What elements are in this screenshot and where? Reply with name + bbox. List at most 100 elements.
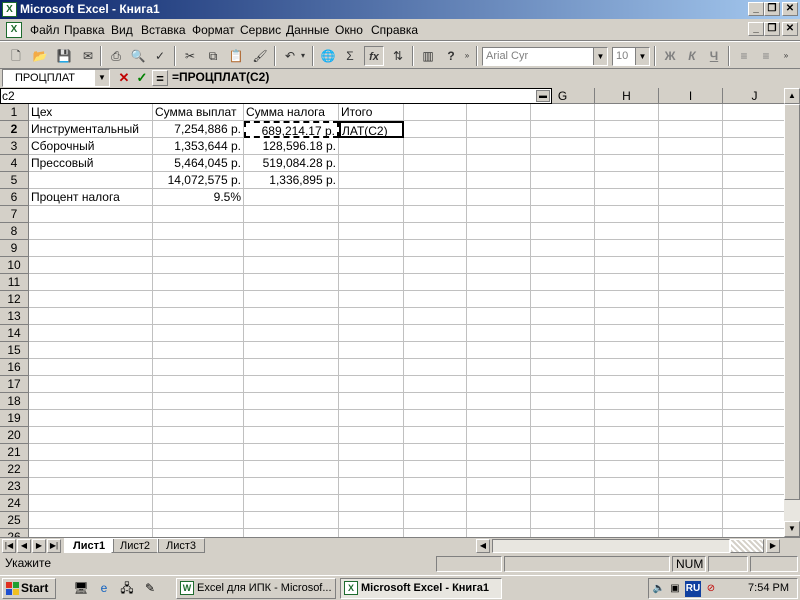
cell-g25[interactable] [531, 512, 595, 529]
cell-f6[interactable] [467, 189, 531, 206]
cell-f13[interactable] [467, 308, 531, 325]
cell-b2[interactable]: 7,254,886 р. [153, 121, 244, 138]
cell-i17[interactable] [659, 376, 723, 393]
cell-i16[interactable] [659, 359, 723, 376]
cell-e4[interactable] [404, 155, 467, 172]
cell-e22[interactable] [404, 461, 467, 478]
horizontal-scroll-thumb[interactable] [730, 539, 764, 553]
row-header-22[interactable]: 22 [0, 461, 29, 478]
cell-i8[interactable] [659, 223, 723, 240]
open-icon[interactable]: 📂 [30, 46, 50, 66]
minimize-button[interactable]: _ [748, 2, 764, 16]
undo-dropdown-icon[interactable]: ▾ [298, 46, 308, 66]
cell-d24[interactable] [339, 495, 404, 512]
cell-f9[interactable] [467, 240, 531, 257]
cell-f26[interactable] [467, 529, 531, 537]
cell-g11[interactable] [531, 274, 595, 291]
cell-a4[interactable]: Прессовый [29, 155, 153, 172]
cell-h22[interactable] [595, 461, 659, 478]
cell-c23[interactable] [244, 478, 339, 495]
cell-i23[interactable] [659, 478, 723, 495]
cell-d15[interactable] [339, 342, 404, 359]
cell-c24[interactable] [244, 495, 339, 512]
cell-c14[interactable] [244, 325, 339, 342]
sort-icon[interactable]: ⇅ [388, 46, 408, 66]
row-header-26[interactable]: 26 [0, 529, 29, 537]
copy-icon[interactable]: ⧉ [203, 46, 223, 66]
network-icon[interactable]: 🖧 [118, 579, 136, 597]
collapse-dialog-icon[interactable]: ▬ [536, 90, 550, 102]
cell-f23[interactable] [467, 478, 531, 495]
cell-b3[interactable]: 1,353,644 р. [153, 138, 244, 155]
cell-d17[interactable] [339, 376, 404, 393]
cell-i4[interactable] [659, 155, 723, 172]
cell-d16[interactable] [339, 359, 404, 376]
help-icon[interactable]: ? [441, 46, 461, 66]
cell-j21[interactable] [723, 444, 784, 461]
cell-e20[interactable] [404, 427, 467, 444]
cell-f17[interactable] [467, 376, 531, 393]
cell-c26[interactable] [244, 529, 339, 537]
cell-d20[interactable] [339, 427, 404, 444]
cell-c18[interactable] [244, 393, 339, 410]
speaker-icon[interactable]: 🔈 [651, 581, 667, 597]
last-sheet-icon[interactable]: ▶| [47, 539, 61, 553]
cell-a15[interactable] [29, 342, 153, 359]
cell-f2[interactable] [467, 121, 531, 138]
new-icon[interactable]: 🗋 [6, 46, 26, 66]
cell-a18[interactable] [29, 393, 153, 410]
cell-g17[interactable] [531, 376, 595, 393]
cell-d18[interactable] [339, 393, 404, 410]
row-header-10[interactable]: 10 [0, 257, 29, 274]
cell-c3[interactable]: 128,596.18 р. [244, 138, 339, 155]
edit-formula-button[interactable]: = [152, 70, 168, 86]
cell-d22[interactable] [339, 461, 404, 478]
cell-h25[interactable] [595, 512, 659, 529]
title-bar[interactable]: X Microsoft Excel - Книга1 [0, 0, 800, 19]
cell-e3[interactable] [404, 138, 467, 155]
cell-d7[interactable] [339, 206, 404, 223]
cell-j2[interactable] [723, 121, 784, 138]
cell-h9[interactable] [595, 240, 659, 257]
cell-h14[interactable] [595, 325, 659, 342]
menu-insert[interactable]: Вставка [141, 23, 186, 37]
cell-a20[interactable] [29, 427, 153, 444]
cell-e9[interactable] [404, 240, 467, 257]
cell-i20[interactable] [659, 427, 723, 444]
cut-icon[interactable]: ✂ [180, 46, 200, 66]
chart-wizard-icon[interactable]: ▥ [418, 46, 438, 66]
row-header-8[interactable]: 8 [0, 223, 29, 240]
cell-j24[interactable] [723, 495, 784, 512]
cell-i2[interactable] [659, 121, 723, 138]
toolbar-more-icon-2[interactable]: » [780, 46, 792, 66]
cell-h13[interactable] [595, 308, 659, 325]
cell-a9[interactable] [29, 240, 153, 257]
cell-a13[interactable] [29, 308, 153, 325]
cell-c5[interactable]: 1,336,895 р. [244, 172, 339, 189]
cell-d10[interactable] [339, 257, 404, 274]
vertical-scrollbar[interactable]: ▲ ▼ [784, 88, 800, 537]
cell-j12[interactable] [723, 291, 784, 308]
tab-sheet2[interactable]: Лист2 [111, 538, 160, 553]
cell-c15[interactable] [244, 342, 339, 359]
menu-help[interactable]: Справка [371, 23, 418, 37]
menu-file[interactable]: Файл [30, 23, 60, 37]
cell-i24[interactable] [659, 495, 723, 512]
cell-e23[interactable] [404, 478, 467, 495]
cell-j26[interactable] [723, 529, 784, 537]
menu-view[interactable]: Вид [111, 23, 133, 37]
restore-workbook-button[interactable]: ❐ [764, 22, 780, 36]
cell-a5[interactable] [29, 172, 153, 189]
cell-a10[interactable] [29, 257, 153, 274]
row-header-5[interactable]: 5 [0, 172, 29, 189]
underline-button[interactable]: Ч [704, 46, 724, 66]
cell-g10[interactable] [531, 257, 595, 274]
cell-c20[interactable] [244, 427, 339, 444]
cell-i7[interactable] [659, 206, 723, 223]
cell-b19[interactable] [153, 410, 244, 427]
cell-e16[interactable] [404, 359, 467, 376]
formula-input[interactable]: =ПРОЦПЛАТ(C2) [172, 70, 269, 84]
spelling-icon[interactable]: ✓ [150, 46, 170, 66]
cell-e7[interactable] [404, 206, 467, 223]
cell-e11[interactable] [404, 274, 467, 291]
